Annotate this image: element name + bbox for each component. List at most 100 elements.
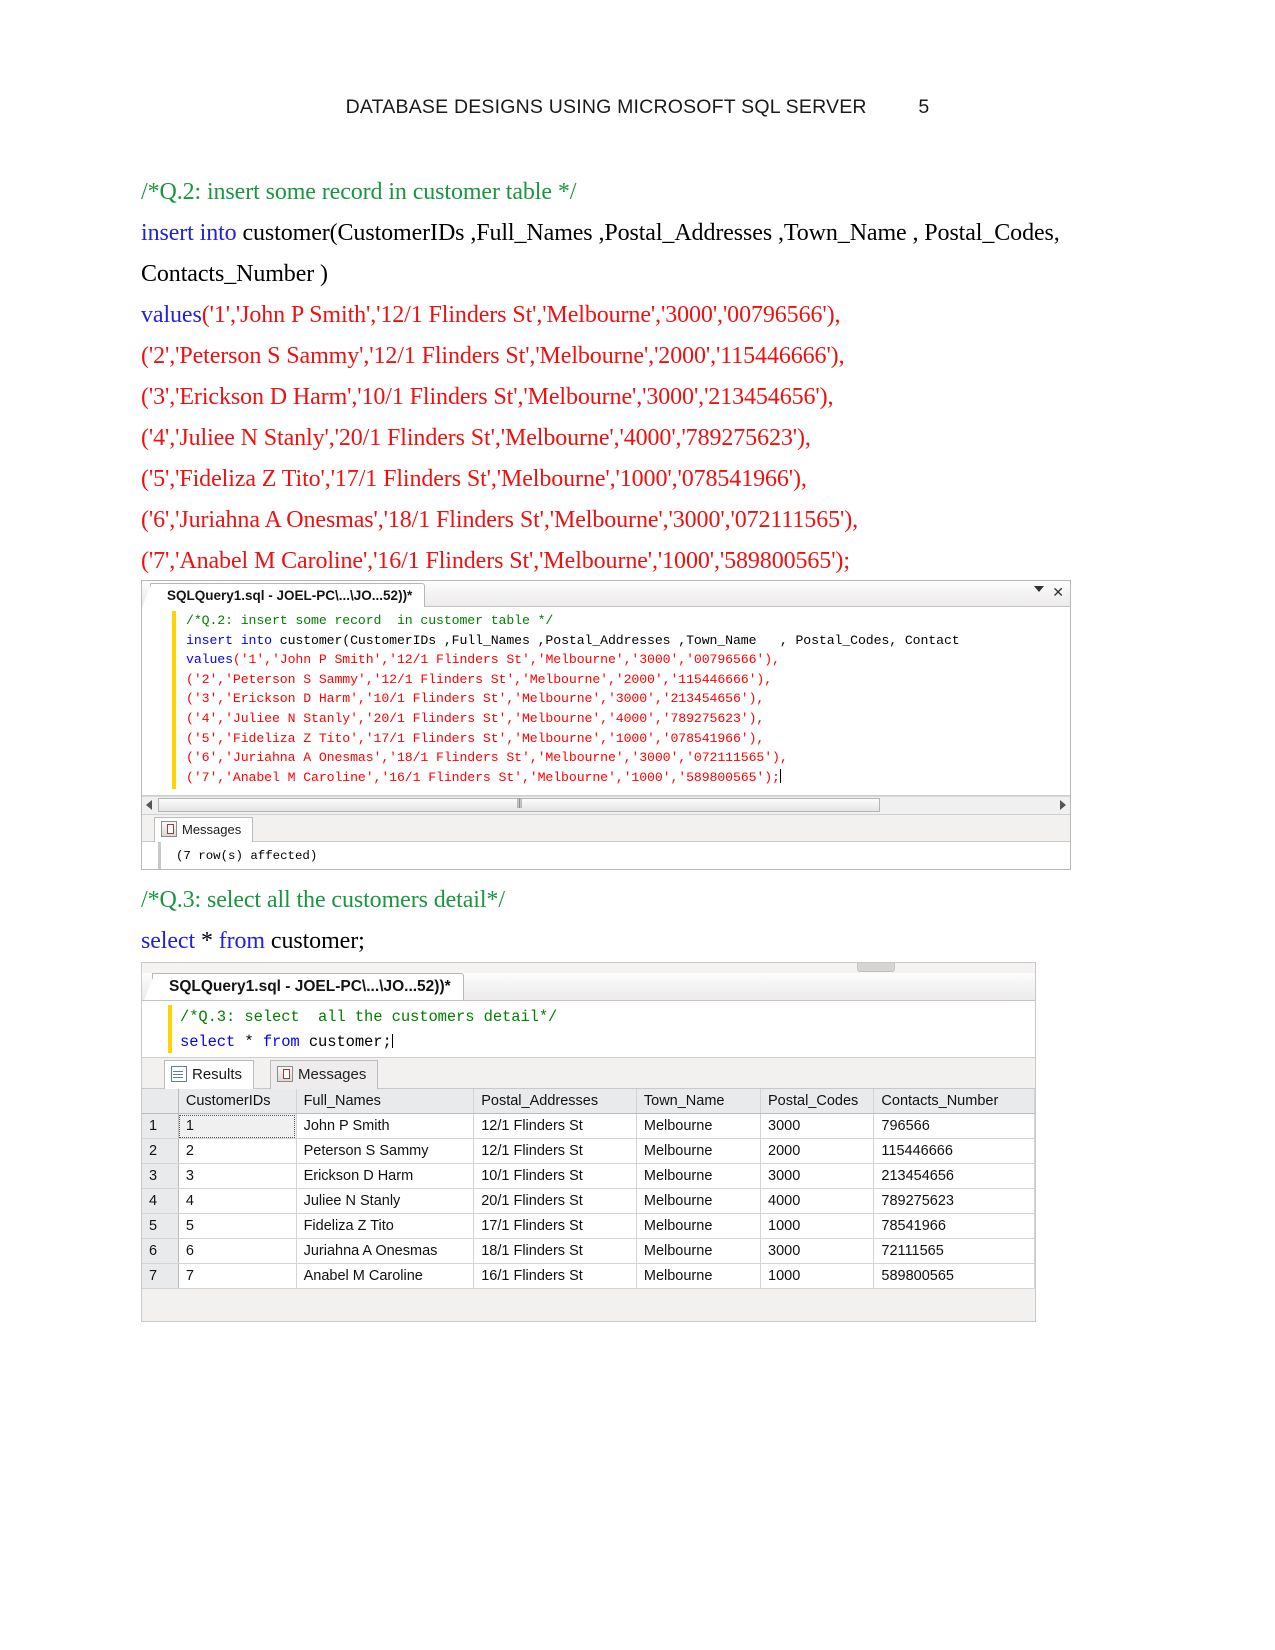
cell-customerids[interactable]: 6 xyxy=(178,1238,297,1264)
cell-contactsnumber[interactable]: 589800565 xyxy=(873,1263,1035,1289)
table-row[interactable]: 3 3 Erickson D Harm 10/1 Flinders St Mel… xyxy=(142,1163,1035,1189)
grid-col-townname[interactable]: Town_Name xyxy=(636,1089,762,1114)
grid-icon xyxy=(171,1066,187,1082)
cell-postalcodes[interactable]: 1000 xyxy=(760,1213,875,1239)
cell-postaladdresses[interactable]: 17/1 Flinders St xyxy=(473,1213,637,1239)
grid-col-contactsnumber[interactable]: Contacts_Number xyxy=(873,1089,1035,1114)
cell-fullnames[interactable]: Erickson D Harm xyxy=(296,1163,475,1189)
cell-fullnames[interactable]: Juriahna A Onesmas xyxy=(296,1238,475,1264)
editor-tab-sqlquery1[interactable]: SQLQuery1.sql - JOEL-PC\...\JO...52))* xyxy=(142,583,426,607)
cell-contactsnumber[interactable]: 115446666 xyxy=(873,1138,1035,1164)
cell-fullnames[interactable]: Fideliza Z Tito xyxy=(296,1213,475,1239)
cell-contactsnumber[interactable]: 213454656 xyxy=(873,1163,1035,1189)
grid-col-customerids[interactable]: CustomerIDs xyxy=(178,1089,297,1114)
cell-townname[interactable]: Melbourne xyxy=(636,1138,762,1164)
cell-postaladdresses[interactable]: 18/1 Flinders St xyxy=(473,1238,637,1264)
cell-customerids[interactable]: 4 xyxy=(178,1188,297,1214)
page-header-title: DATABASE DESIGNS USING MICROSOFT SQL SER… xyxy=(345,96,867,118)
tab-messages-2[interactable]: Messages xyxy=(270,1060,379,1089)
messages-gutter xyxy=(158,842,161,869)
code1-line3-rest: ('1','John P Smith','12/1 Flinders St','… xyxy=(232,652,780,668)
table-row[interactable]: 5 5 Fideliza Z Tito 17/1 Flinders St Mel… xyxy=(142,1213,1035,1239)
doc-line-values-1: values('1','John P Smith','12/1 Flinders… xyxy=(141,295,1101,336)
sql-editor-2[interactable]: /*Q.3: select all the customers detail*/… xyxy=(142,1001,1035,1058)
code1-line5: ('3','Erickson D Harm','10/1 Flinders St… xyxy=(186,691,765,707)
tab-messages-1[interactable]: Messages xyxy=(154,817,254,842)
cell-townname[interactable]: Melbourne xyxy=(636,1213,762,1239)
table-row[interactable]: 6 6 Juriahna A Onesmas 18/1 Flinders St … xyxy=(142,1238,1035,1264)
cell-postaladdresses[interactable]: 12/1 Flinders St xyxy=(473,1113,637,1139)
scrollbar-thumb[interactable] xyxy=(158,798,880,812)
code1-line6: ('4','Juliee N Stanly','20/1 Flinders St… xyxy=(186,710,765,726)
cell-townname[interactable]: Melbourne xyxy=(636,1188,762,1214)
window-nub xyxy=(857,963,895,972)
table-row[interactable]: 2 2 Peterson S Sammy 12/1 Flinders St Me… xyxy=(142,1138,1035,1164)
close-icon[interactable]: ✕ xyxy=(1052,584,1064,601)
cell-customerids[interactable]: 2 xyxy=(178,1138,297,1164)
values-row-3: ('3','Erickson D Harm','10/1 Flinders St… xyxy=(141,384,834,410)
cell-customerids[interactable]: 5 xyxy=(178,1213,297,1239)
cell-townname[interactable]: Melbourne xyxy=(636,1113,762,1139)
table-row[interactable]: 7 7 Anabel M Caroline 16/1 Flinders St M… xyxy=(142,1263,1035,1289)
text-caret xyxy=(779,768,781,783)
cell-postalcodes[interactable]: 4000 xyxy=(760,1188,875,1214)
doc-line-values-4: ('4','Juliee N Stanly','20/1 Flinders St… xyxy=(141,418,1101,459)
grid-col-fullnames[interactable]: Full_Names xyxy=(296,1089,475,1114)
text-caret-2 xyxy=(391,1034,393,1048)
cell-contactsnumber[interactable]: 789275623 xyxy=(873,1188,1035,1214)
grid-header-row: CustomerIDs Full_Names Postal_Addresses … xyxy=(142,1089,1035,1114)
cell-postaladdresses[interactable]: 10/1 Flinders St xyxy=(473,1163,637,1189)
cell-customerids[interactable]: 3 xyxy=(178,1163,297,1189)
scroll-left-arrow-icon[interactable] xyxy=(146,800,152,810)
table-row[interactable]: 1 1 John P Smith 12/1 Flinders St Melbou… xyxy=(142,1113,1035,1139)
cell-postalcodes[interactable]: 2000 xyxy=(760,1138,875,1164)
grid-col-postalcodes[interactable]: Postal_Codes xyxy=(760,1089,875,1114)
cell-fullnames[interactable]: John P Smith xyxy=(296,1113,475,1139)
results-grid-wrapper: CustomerIDs Full_Names Postal_Addresses … xyxy=(142,1089,1035,1321)
code1-line9: ('7','Anabel M Caroline','16/1 Flinders … xyxy=(186,769,780,785)
cell-postaladdresses[interactable]: 16/1 Flinders St xyxy=(473,1263,637,1289)
cell-postalcodes[interactable]: 3000 xyxy=(760,1113,875,1139)
scroll-right-arrow-icon[interactable] xyxy=(1060,800,1066,810)
cell-fullnames[interactable]: Juliee N Stanly xyxy=(296,1188,475,1214)
grid-col-postaladdresses[interactable]: Postal_Addresses xyxy=(473,1089,637,1114)
cell-customerids[interactable]: 1 xyxy=(178,1113,297,1139)
table-row[interactable]: 4 4 Juliee N Stanly 20/1 Flinders St Mel… xyxy=(142,1188,1035,1214)
cell-customerids[interactable]: 7 xyxy=(178,1263,297,1289)
values-keyword: values xyxy=(141,302,202,328)
document-body-q3: /*Q.3: select all the customers detail*/… xyxy=(141,880,1101,962)
tab-results[interactable]: Results xyxy=(164,1060,255,1089)
cell-postaladdresses[interactable]: 12/1 Flinders St xyxy=(473,1138,637,1164)
cell-contactsnumber[interactable]: 72111565 xyxy=(873,1238,1035,1264)
values-row-7: ('7','Anabel M Caroline','16/1 Flinders … xyxy=(141,548,850,574)
cell-contactsnumber[interactable]: 78541966 xyxy=(873,1213,1035,1239)
doc-line-q3-comment: /*Q.3: select all the customers detail*/ xyxy=(141,880,1101,921)
output-tabstrip-2: Results Messages xyxy=(142,1058,1035,1089)
cell-postalcodes[interactable]: 1000 xyxy=(760,1263,875,1289)
values-row-5: ('5','Fideliza Z Tito','17/1 Flinders St… xyxy=(141,466,807,492)
chevron-down-icon[interactable] xyxy=(1034,586,1044,592)
cell-townname[interactable]: Melbourne xyxy=(636,1238,762,1264)
sql-code-text-1: /*Q.2: insert some record in customer ta… xyxy=(186,611,960,787)
cell-contactsnumber[interactable]: 796566 xyxy=(873,1113,1035,1139)
editor-tab-sqlquery1-2[interactable]: SQLQuery1.sql - JOEL-PC\...\JO...52))* xyxy=(144,973,464,1000)
row-number: 1 xyxy=(142,1113,179,1139)
code2-star: * xyxy=(235,1033,263,1051)
code1-line1: /*Q.2: insert some record in customer ta… xyxy=(186,613,554,628)
ssms-window-select: SQLQuery1.sql - JOEL-PC\...\JO...52))* /… xyxy=(141,962,1036,1322)
sql-editor-1[interactable]: /*Q.2: insert some record in customer ta… xyxy=(142,607,1070,796)
doc-line-values-2: ('2','Peterson S Sammy','12/1 Flinders S… xyxy=(141,336,1101,377)
cell-postalcodes[interactable]: 3000 xyxy=(760,1163,875,1189)
cell-townname[interactable]: Melbourne xyxy=(636,1163,762,1189)
cell-townname[interactable]: Melbourne xyxy=(636,1263,762,1289)
cell-postalcodes[interactable]: 3000 xyxy=(760,1238,875,1264)
cell-postaladdresses[interactable]: 20/1 Flinders St xyxy=(473,1188,637,1214)
row-number: 7 xyxy=(142,1263,179,1289)
code1-line7: ('5','Fideliza Z Tito','17/1 Flinders St… xyxy=(186,730,765,746)
editor-horizontal-scrollbar-1[interactable] xyxy=(142,796,1070,815)
cell-fullnames[interactable]: Peterson S Sammy xyxy=(296,1138,475,1164)
grid-corner-cell xyxy=(142,1089,179,1114)
row-number: 6 xyxy=(142,1238,179,1264)
cell-fullnames[interactable]: Anabel M Caroline xyxy=(296,1263,475,1289)
tab-results-label: Results xyxy=(192,1066,243,1083)
